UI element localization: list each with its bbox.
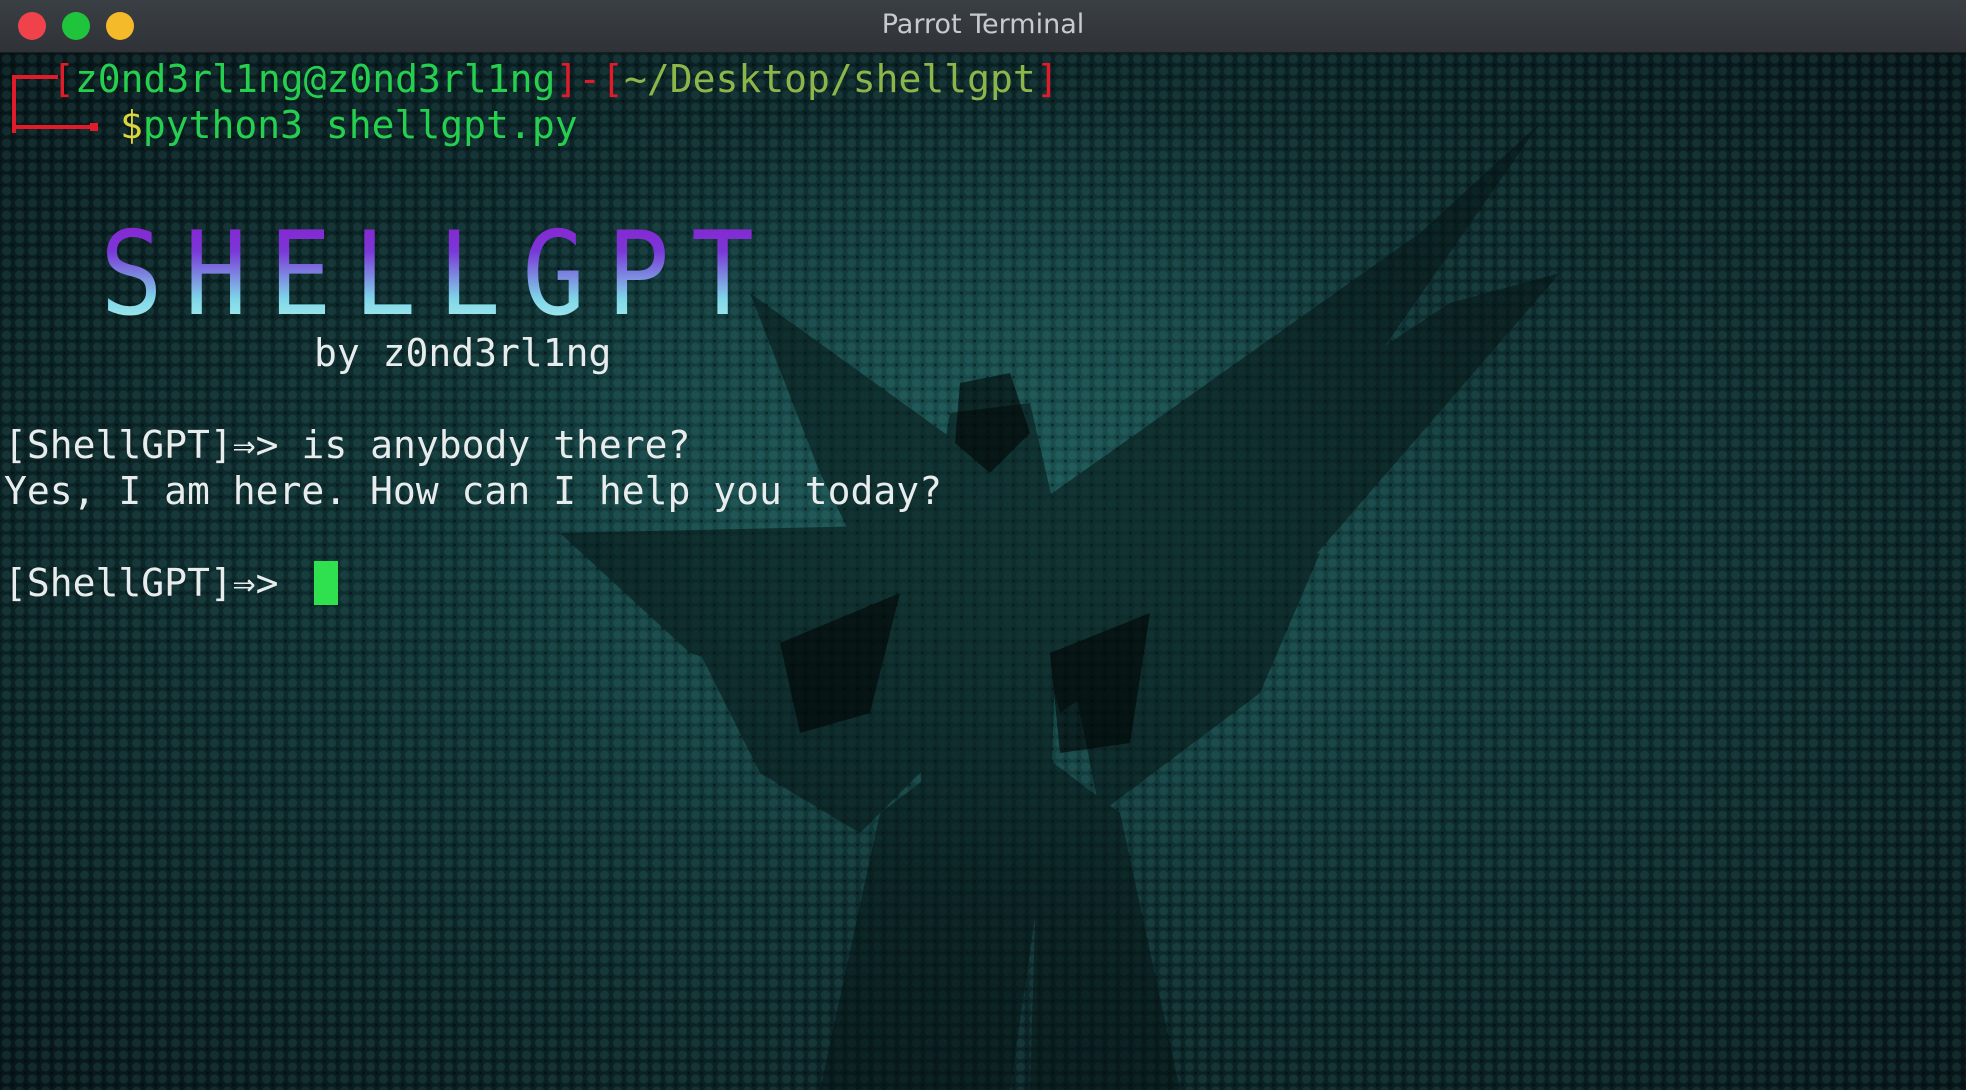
prompt-line: [z0nd3rl1ng@z0nd3rl1ng]-[~/Desktop/shell… (52, 57, 1059, 101)
prompt-user-host: z0nd3rl1ng@z0nd3rl1ng (74, 57, 556, 101)
prompt-cwd: ~/Desktop/shellgpt (624, 57, 1036, 101)
text-cursor[interactable] (314, 561, 338, 605)
title-bar[interactable]: Parrot Terminal (0, 0, 1966, 53)
assistant-response: Yes, I am here. How can I help you today… (4, 469, 942, 513)
user-message: is anybody there? (301, 423, 691, 467)
shellgpt-input-line: [ShellGPT]⇒> is anybody there? (4, 423, 690, 467)
banner-byline: by z0nd3rl1ng (314, 331, 612, 375)
shellgpt-ascii-banner: SHELLGPT (100, 207, 776, 342)
terminal-area[interactable]: [z0nd3rl1ng@z0nd3rl1ng]-[~/Desktop/shell… (0, 53, 1966, 1090)
window-title: Parrot Terminal (881, 9, 1085, 40)
shellgpt-prompt: [ShellGPT]⇒> (4, 423, 279, 467)
current-shellgpt-prompt: [ShellGPT]⇒> (4, 561, 279, 605)
command-text: python3 shellgpt.py (142, 103, 578, 147)
terminal-window: Parrot Terminal [z0nd3rl1ng@z0nd3rl1ng]-… (0, 0, 1966, 1090)
command-line: $python3 shellgpt.py (120, 103, 578, 147)
